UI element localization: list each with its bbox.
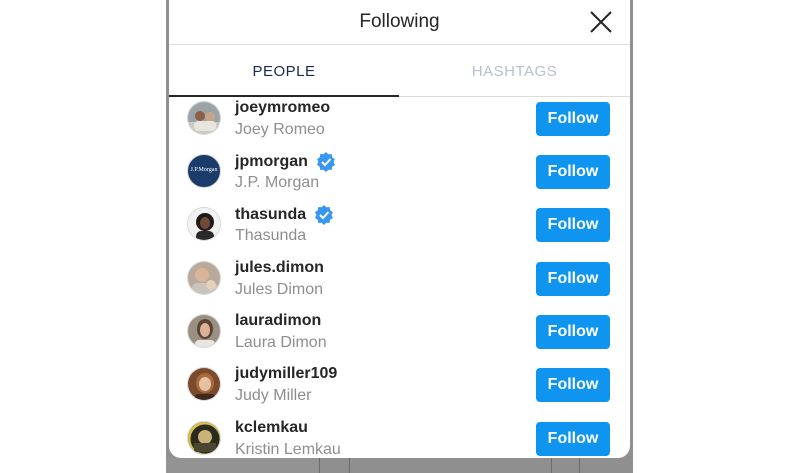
avatar[interactable]	[187, 421, 221, 455]
full-name: Kristin Lemkau	[235, 441, 341, 458]
list-item: thasunda Thasunda Follow	[169, 203, 630, 256]
username[interactable]: kclemkau	[235, 419, 308, 437]
username-text: jpmorgan	[235, 153, 308, 170]
modal-title: Following	[359, 11, 440, 32]
full-name: Jules Dimon	[235, 281, 324, 298]
avatar[interactable]: J.P.Morgan	[187, 154, 221, 188]
list-item: lauradimon Laura Dimon Follow	[169, 310, 630, 363]
full-name: J.P. Morgan	[235, 174, 320, 191]
follow-button[interactable]: Follow	[536, 155, 610, 189]
avatar-image	[188, 315, 220, 347]
list-item: kclemkau Kristin Lemkau Follow	[169, 417, 630, 458]
backdrop-divider	[319, 458, 320, 473]
tab-hashtags[interactable]: HASHTAGS	[399, 46, 630, 97]
close-icon	[590, 11, 612, 33]
backdrop-divider	[349, 458, 350, 473]
avatar-image	[188, 262, 220, 294]
full-name: Laura Dimon	[235, 334, 327, 351]
list-item: judymiller109 Judy Miller Follow	[169, 363, 630, 416]
follow-button[interactable]: Follow	[536, 102, 610, 136]
username[interactable]: judymiller109	[235, 365, 337, 383]
avatar[interactable]	[187, 367, 221, 401]
full-name: Judy Miller	[235, 387, 312, 404]
full-name: Joey Romeo	[235, 121, 325, 138]
verified-badge-icon	[315, 205, 334, 225]
username-text: lauradimon	[235, 312, 322, 329]
avatar-image	[188, 102, 220, 134]
username-text: judymiller109	[235, 365, 338, 382]
following-list: joeymromeo Joey Romeo Follow J.P.Morgan …	[169, 97, 630, 458]
list-item: J.P.Morgan jpmorgan J.P. Morgan Follow	[169, 150, 630, 203]
avatar[interactable]	[187, 101, 221, 135]
follow-button[interactable]: Follow	[536, 422, 610, 456]
follow-button[interactable]: Follow	[536, 208, 610, 242]
list-item: jules.dimon Jules Dimon Follow	[169, 257, 630, 310]
avatar-logo-text: J.P.Morgan	[190, 167, 218, 173]
username-text: thasunda	[235, 206, 307, 223]
verified-badge-icon	[316, 152, 335, 172]
avatar-image	[188, 422, 220, 454]
follow-button[interactable]: Follow	[536, 262, 610, 296]
backdrop-divider	[579, 458, 580, 473]
close-button[interactable]	[589, 10, 613, 34]
backdrop-strip	[166, 458, 320, 473]
follow-button[interactable]: Follow	[536, 315, 610, 349]
follow-button[interactable]: Follow	[536, 368, 610, 402]
username-text: jules.dimon	[235, 259, 324, 276]
avatar-image	[188, 208, 220, 240]
avatar[interactable]	[187, 207, 221, 241]
username[interactable]: joeymromeo	[235, 99, 330, 117]
username-text: kclemkau	[235, 419, 308, 436]
following-modal: Following PEOPLE HASHTAGS joeymromeo Joe…	[169, 0, 630, 458]
full-name: Thasunda	[235, 227, 307, 244]
tab-people[interactable]: PEOPLE	[169, 46, 399, 97]
backdrop-divider	[551, 458, 552, 473]
tab-bar: PEOPLE HASHTAGS	[169, 46, 630, 97]
avatar-image	[188, 368, 220, 400]
list-item: joeymromeo Joey Romeo Follow	[169, 97, 630, 150]
username[interactable]: thasunda	[235, 205, 334, 225]
username[interactable]: lauradimon	[235, 312, 321, 330]
username-text: joeymromeo	[235, 99, 331, 116]
avatar[interactable]	[187, 314, 221, 348]
username[interactable]: jules.dimon	[235, 259, 324, 277]
avatar[interactable]	[187, 261, 221, 295]
modal-header: Following	[169, 0, 630, 45]
username[interactable]: jpmorgan	[235, 152, 336, 172]
